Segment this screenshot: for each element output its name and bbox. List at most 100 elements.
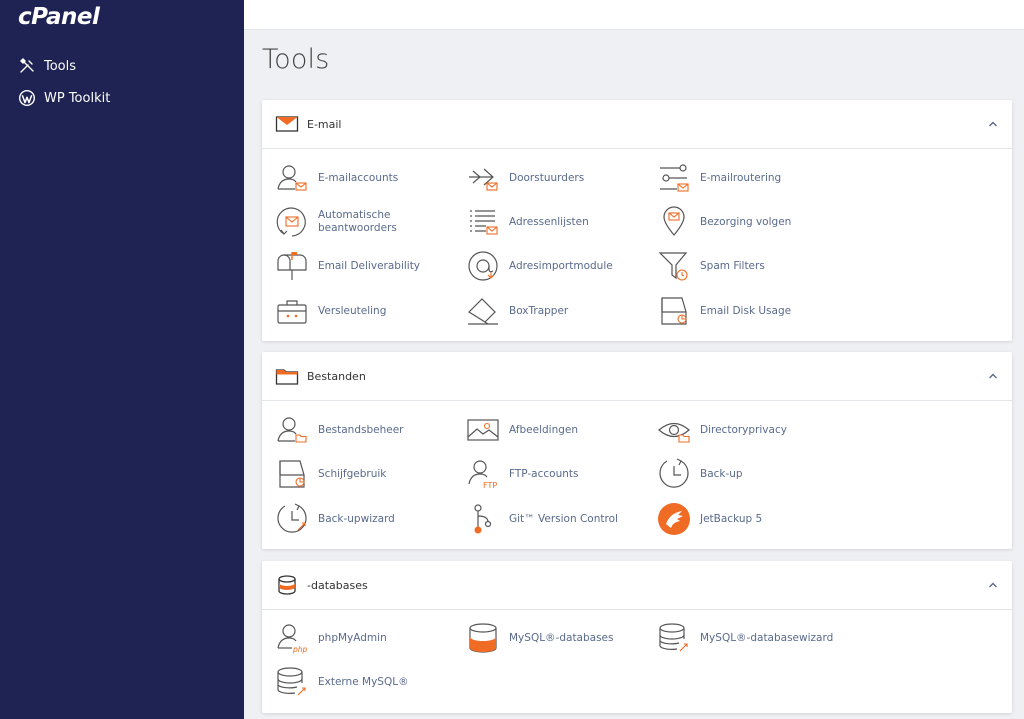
tool-backup[interactable]: Back-up [657, 457, 840, 491]
mailbox-icon [277, 252, 307, 280]
tool-label: Afbeeldingen [509, 423, 579, 436]
tool-email-deliverability[interactable]: Email Deliverability [275, 249, 458, 283]
sidebar: cPanel Tools WP Toolkit [0, 0, 244, 719]
sidebar-item-wp-toolkit[interactable]: WP Toolkit [18, 87, 110, 109]
section-title: E-mail [307, 117, 342, 131]
list-icon [470, 210, 498, 235]
tool-git-version-control[interactable]: Git™ Version Control [466, 502, 649, 536]
tool-encryption[interactable]: Versleuteling [275, 294, 458, 328]
backup-wizard-icon [277, 503, 307, 533]
tool-label: Versleuteling [318, 304, 387, 317]
section-title: -databases [307, 578, 368, 592]
tool-track-delivery[interactable]: Bezorging volgen [657, 205, 840, 239]
tool-label: MySQL®-databases [509, 631, 614, 644]
tool-label: Schijfgebruik [318, 467, 387, 480]
tool-label: Email Disk Usage [700, 304, 792, 317]
tool-label: Git™ Version Control [509, 512, 618, 525]
wordpress-icon [19, 90, 35, 106]
section-title: Bestanden [307, 369, 366, 383]
tools-icon [20, 58, 34, 73]
tool-directory-privacy[interactable]: Directoryprivacy [657, 413, 840, 447]
tool-jetbackup[interactable]: JetBackup 5 [657, 502, 840, 536]
remote-database-icon [277, 667, 306, 696]
section-header-databases[interactable]: -databases [262, 561, 1012, 610]
tool-file-manager[interactable]: Bestandsbeheer [275, 413, 458, 447]
tool-mysql-databases[interactable]: MySQL®-databases [466, 621, 649, 655]
tool-address-importer[interactable]: Adresimportmodule [466, 249, 649, 283]
tool-label: Adresimportmodule [509, 259, 613, 272]
tool-label: Automatische beantwoorders [318, 209, 397, 234]
sidebar-item-label: Tools [44, 58, 77, 74]
section-databases: -databases php phpMyAdmin MySQL®-databas… [262, 561, 1012, 713]
backup-clock-icon [659, 458, 689, 488]
tool-spam-filters[interactable]: Spam Filters [657, 249, 840, 283]
tool-email-accounts[interactable]: E-mailaccounts [275, 161, 458, 195]
tool-label: Externe MySQL® [318, 675, 409, 688]
tool-label: phpMyAdmin [318, 631, 387, 644]
chevron-up-icon[interactable] [988, 371, 998, 381]
jetbackup-logo-icon [658, 503, 690, 535]
tool-label: E-mailroutering [700, 171, 782, 184]
tool-label: E-mailaccounts [318, 171, 399, 184]
user-php-icon: php [277, 624, 308, 654]
svg-text:FTP: FTP [483, 481, 497, 490]
tool-label: Adressenlijsten [509, 215, 589, 228]
sidebar-item-label: WP Toolkit [44, 90, 111, 106]
tool-label: MySQL®-databasewizard [700, 631, 834, 644]
tool-boxtrapper[interactable]: BoxTrapper [466, 294, 649, 328]
tool-mailing-lists[interactable]: Adressenlijsten [466, 205, 649, 239]
user-folder-icon [277, 417, 307, 443]
tool-forwarders[interactable]: Doorstuurders [466, 161, 649, 195]
tool-backup-wizard[interactable]: Back-upwizard [275, 502, 458, 536]
box-trap-icon [468, 298, 498, 325]
tool-label: Back-up [700, 467, 743, 480]
section-header-email[interactable]: E-mail [262, 100, 1012, 149]
tool-label: JetBackup 5 [700, 512, 763, 525]
tool-label: Back-upwizard [318, 512, 395, 525]
chevron-up-icon[interactable] [988, 580, 998, 590]
location-pin-icon [663, 206, 685, 236]
tool-remote-mysql[interactable]: Externe MySQL® [275, 665, 458, 699]
tool-label: Directoryprivacy [700, 423, 787, 436]
tool-images[interactable]: Afbeeldingen [466, 413, 649, 447]
tool-phpmyadmin[interactable]: php phpMyAdmin [275, 621, 458, 655]
image-icon [467, 419, 499, 441]
tool-label: Bestandsbeheer [318, 423, 404, 436]
section-email: E-mail E-mailaccounts Doorstuurders E-ma… [262, 100, 1012, 341]
section-header-files[interactable]: Bestanden [262, 352, 1012, 401]
database-wizard-icon [659, 623, 688, 652]
tool-mysql-database-wizard[interactable]: MySQL®-databasewizard [657, 621, 840, 655]
user-ftp-icon: FTP [468, 460, 497, 490]
chevron-up-icon[interactable] [988, 119, 998, 129]
sidebar-item-tools[interactable]: Tools [18, 55, 76, 77]
tool-email-disk-usage[interactable]: Email Disk Usage [657, 294, 840, 328]
git-branch-icon [474, 504, 492, 534]
at-sign-icon [468, 251, 498, 281]
top-bar [244, 0, 1024, 30]
tool-ftp-accounts[interactable]: FTP FTP-accounts [466, 457, 649, 491]
tool-autoresponders[interactable]: Automatische beantwoorders [275, 205, 458, 239]
tool-label: Email Deliverability [318, 259, 421, 272]
section-files: Bestanden Bestandsbeheer Afbeeldingen Di… [262, 352, 1012, 549]
tool-disk-usage[interactable]: Schijfgebruik [275, 457, 458, 491]
svg-text:php: php [292, 645, 308, 654]
tool-label: Doorstuurders [509, 171, 585, 184]
user-envelope-icon [277, 165, 307, 191]
page-title: Tools [262, 44, 330, 75]
forward-arrow-icon [469, 168, 498, 191]
tool-label: FTP-accounts [509, 467, 579, 480]
database-icon [278, 575, 296, 595]
routing-icon [660, 164, 689, 192]
disk-usage-icon [661, 297, 687, 325]
filter-icon [658, 252, 688, 281]
autoresponder-icon [276, 207, 306, 237]
tool-email-routing[interactable]: E-mailroutering [657, 161, 840, 195]
database-icon [469, 623, 497, 653]
tool-label: Spam Filters [700, 259, 765, 272]
cpanel-logo[interactable]: cPanel [18, 4, 100, 30]
tool-label: BoxTrapper [509, 304, 569, 317]
folder-icon [275, 369, 299, 385]
disk-usage-icon [279, 460, 305, 488]
eye-icon [658, 422, 690, 443]
envelope-icon [275, 116, 299, 132]
